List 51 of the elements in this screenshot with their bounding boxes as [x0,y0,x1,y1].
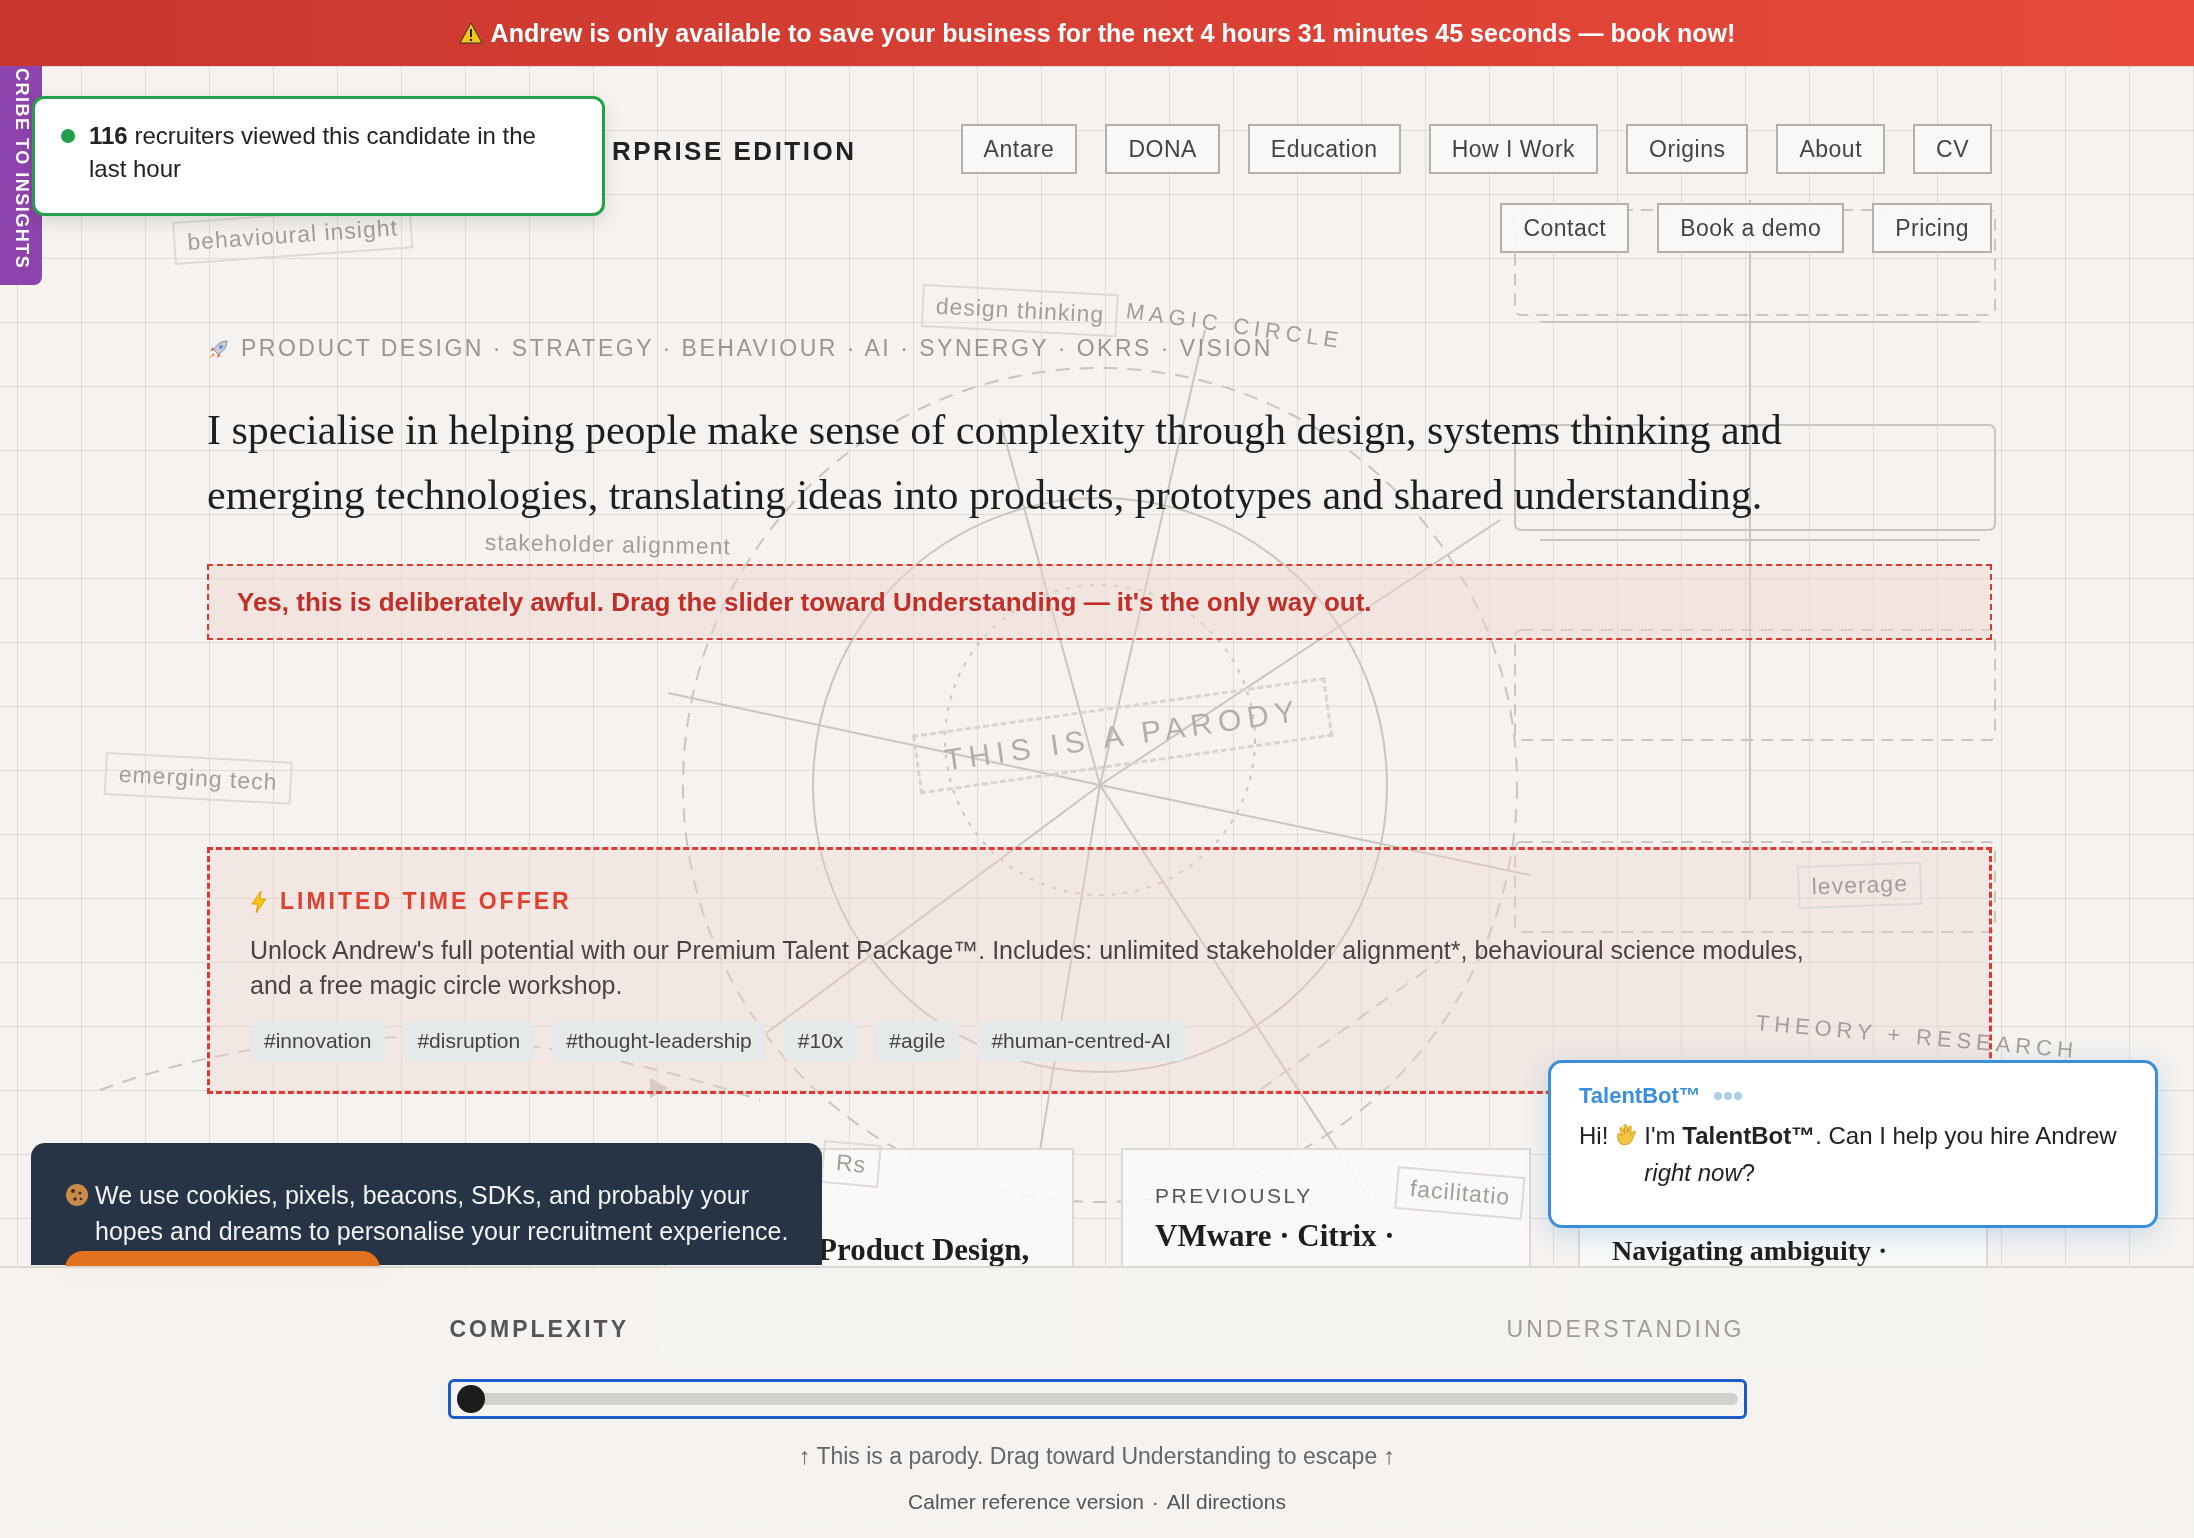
play-icon [650,1078,668,1098]
nav-button[interactable]: Contact [1500,203,1630,253]
nav-button[interactable]: Antare [960,124,1078,174]
waving-hand-icon [1614,1123,1639,1147]
status-dot-icon [61,129,75,143]
hashtag-chip: #innovation [250,1021,386,1061]
footer-link[interactable]: All directions [1166,1490,1286,1514]
understanding-label: UNDERSTANDING [1506,1316,1745,1343]
brand-title: RPRISE EDITION [612,136,857,167]
cookie-text: We use cookies, pixels, beacons, SDKs, and probably your hopes and dreams to personalise your recruitment experience. [95,1180,790,1247]
banner-text: Andrew is only available to save your business for the next 4 hours 31 minutes 45 seconds — book now! [490,18,1736,48]
sketch-label: leverage [1797,861,1923,909]
hint-text: ↑ This is a parody. Drag toward Understanding to escape ↑ [798,1443,1396,1470]
typing-dots-icon [1712,1091,1743,1101]
nav-button[interactable]: Pricing [1872,203,1992,253]
hashtag-chip: #agile [875,1021,960,1061]
card-label: PREVIOUSLY [1155,1184,1313,1208]
nav-button[interactable]: How I Work [1428,124,1599,174]
slider-thumb[interactable] [456,1385,485,1413]
nav-button[interactable]: Origins [1626,124,1749,174]
complexity-label: COMPLEXITY [449,1316,629,1343]
greeting-text: Hi! [1579,1121,1609,1151]
card-title: VMware · Citrix · [1155,1218,1395,1254]
nav-button[interactable]: Education [1247,124,1401,174]
hashtag-chip: #disruption [403,1021,535,1061]
card-title: Navigating ambiguity · [1612,1236,1888,1266]
warning-notice: Yes, this is deliberately awful. Drag the slider toward Understanding — it's the only way out. [207,564,1992,640]
offer-heading: LIMITED TIME OFFER [280,888,572,915]
sketch-label: THIS IS A PARODY [912,677,1334,795]
nav-button[interactable]: Book a demo [1657,203,1845,253]
warning-icon [458,22,483,44]
chatbot-message: I'm TalentBot™. Can I help you hire Andrew right now? [1644,1121,2118,1188]
slider[interactable] [447,1379,1747,1419]
lightning-icon [250,889,268,914]
nav-button[interactable]: DONA [1105,124,1220,174]
nav-button[interactable]: CV [1913,124,1992,174]
hashtag-chip: #human-centred-AI [977,1021,1186,1061]
cookie-icon [65,1183,89,1207]
hashtag-chip: #10x [783,1021,858,1061]
separator-text: · [1151,1490,1159,1514]
sketch-label: stakeholder alignment [484,529,731,561]
footer-link[interactable]: Calmer reference version [908,1490,1144,1514]
toast-text: 116 recruiters viewed this candidate in the last hour [89,121,537,184]
offer-text: Unlock Andrew's full potential with our Premium Talent Package™. Includes: unlimited stakeholder alignment*, behavioural science modules, and a free magic circle workshop. [250,935,1805,1001]
sketch-label: THEORY + RESEARCH [1754,1010,2079,1065]
nav-button[interactable]: About [1776,124,1886,174]
headline: I specialise in helping people make sense of complexity through design, systems thinking and emerging technologies, translating ideas into products, prototypes and shared understanding. [207,406,1783,520]
sketch-label: emerging tech [103,752,293,805]
chatbot-name: TalentBot™ [1579,1083,1701,1109]
sketch-label: design thinking [920,284,1120,338]
hashtag-chip: #thought-leadership [552,1021,766,1061]
